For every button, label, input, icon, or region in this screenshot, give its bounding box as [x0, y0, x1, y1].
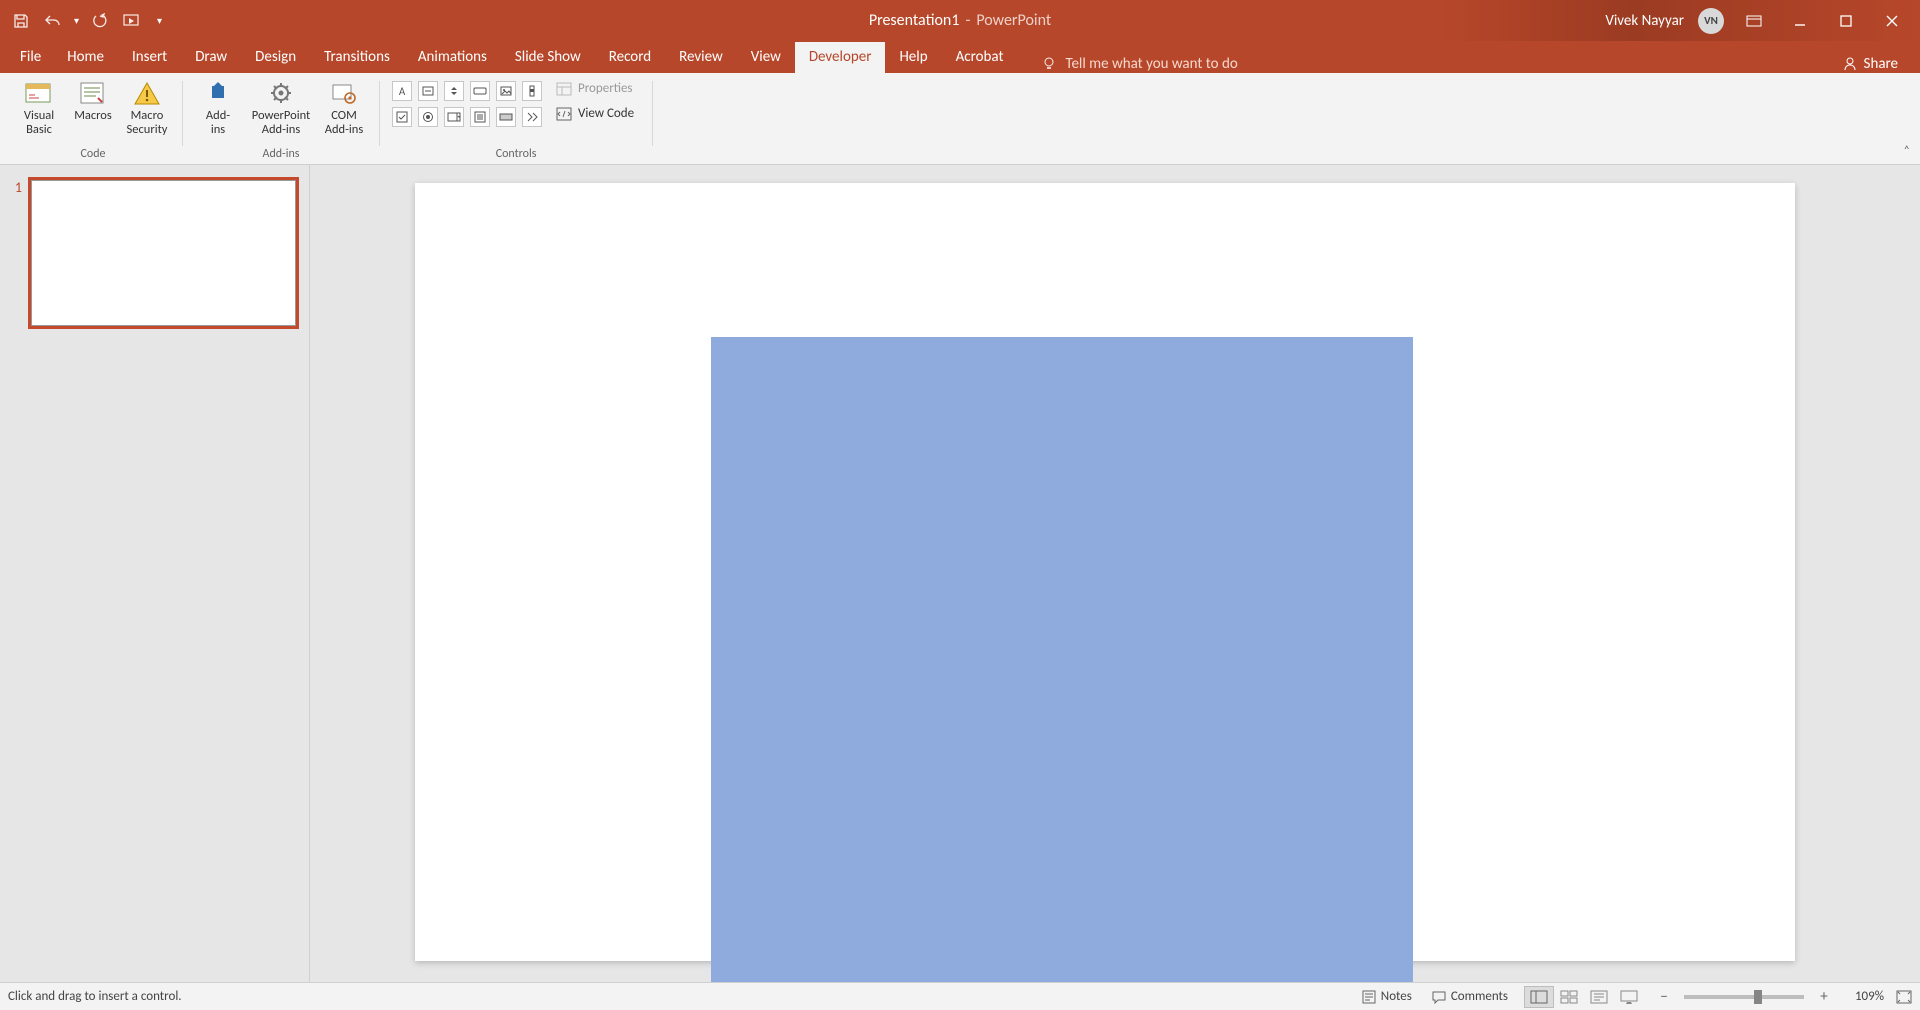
window-title: Presentation1 - PowerPoint [869, 11, 1051, 30]
notes-button[interactable]: Notes [1358, 989, 1416, 1004]
gear-icon [265, 79, 297, 107]
listbox-control-button[interactable] [470, 107, 490, 127]
fit-icon [1896, 990, 1912, 1004]
tab-animations[interactable]: Animations [404, 42, 501, 73]
tab-home[interactable]: Home [53, 42, 118, 73]
thumbnail-preview [28, 177, 299, 329]
slide-canvas[interactable] [415, 183, 1795, 961]
properties-icon [556, 82, 572, 96]
toggle-control-button[interactable] [496, 107, 516, 127]
tab-draw[interactable]: Draw [181, 42, 241, 73]
view-code-icon [556, 107, 572, 121]
status-bar: Click and drag to insert a control. Note… [0, 982, 1920, 1010]
label-control-button[interactable]: A [392, 81, 412, 101]
view-code-button[interactable]: View Code [550, 104, 640, 123]
zoom-slider-thumb[interactable] [1754, 990, 1762, 1004]
properties-button: Properties [550, 79, 640, 98]
com-addins-button[interactable]: COM Add-ins [317, 75, 371, 137]
view-mode-buttons [1524, 986, 1644, 1008]
quick-access-toolbar: ▾ ▾ [0, 0, 172, 41]
tab-help[interactable]: Help [885, 42, 941, 73]
group-separator [379, 81, 380, 146]
visual-basic-icon [23, 79, 55, 107]
ribbon-tabs: File Home Insert Draw Design Transitions… [0, 41, 1920, 73]
tab-transitions[interactable]: Transitions [310, 42, 404, 73]
undo-dropdown-icon[interactable]: ▾ [74, 14, 79, 27]
minimize-icon[interactable] [1784, 7, 1816, 35]
ribbon-display-options-icon[interactable] [1738, 7, 1770, 35]
undo-icon[interactable] [42, 10, 64, 32]
tab-review[interactable]: Review [665, 42, 737, 73]
group-controls: A Proper [382, 75, 650, 164]
slideshow-view-button[interactable] [1614, 986, 1644, 1008]
macros-icon [77, 79, 109, 107]
tell-me-search[interactable]: Tell me what you want to do [1041, 55, 1237, 73]
normal-view-button[interactable] [1524, 986, 1554, 1008]
notes-icon [1362, 990, 1376, 1004]
group-separator [182, 81, 183, 146]
work-area: 1 [0, 165, 1920, 982]
tab-acrobat[interactable]: Acrobat [942, 42, 1018, 73]
status-message: Click and drag to insert a control. [8, 989, 182, 1004]
zoom-percentage[interactable]: 109% [1844, 989, 1884, 1004]
lightbulb-icon [1041, 56, 1057, 72]
group-code: Visual Basic Macros Macro Security Code [6, 75, 180, 164]
zoom-in-button[interactable]: + [1816, 988, 1832, 1006]
share-button[interactable]: Share [1842, 55, 1912, 73]
warning-icon [131, 79, 163, 107]
start-from-beginning-icon[interactable] [121, 10, 143, 32]
zoom-out-button[interactable]: − [1656, 988, 1672, 1006]
fit-to-window-button[interactable] [1896, 990, 1912, 1004]
slide-stage[interactable] [310, 165, 1920, 982]
tab-record[interactable]: Record [595, 42, 665, 73]
combobox-control-button[interactable] [444, 107, 464, 127]
addins-icon [202, 79, 234, 107]
image-control-button[interactable] [496, 81, 516, 101]
checkbox-control-button[interactable] [392, 107, 412, 127]
save-icon[interactable] [10, 10, 32, 32]
scrollbar-control-button[interactable] [522, 81, 542, 101]
comments-icon [1432, 990, 1446, 1004]
collapse-ribbon-icon[interactable]: ˄ [1904, 144, 1910, 158]
slide-thumbnail[interactable]: 1 [10, 177, 299, 329]
reading-view-button[interactable] [1584, 986, 1614, 1008]
macro-security-button[interactable]: Macro Security [120, 75, 174, 137]
ribbon-body: Visual Basic Macros Macro Security Code [0, 73, 1920, 165]
close-icon[interactable] [1876, 7, 1908, 35]
addins-button[interactable]: Add- ins [191, 75, 245, 137]
gear-settings-icon [328, 79, 360, 107]
spin-control-button[interactable] [444, 81, 464, 101]
comments-button[interactable]: Comments [1428, 989, 1512, 1004]
qat-customize-icon[interactable]: ▾ [157, 14, 162, 27]
doc-name: Presentation1 [869, 11, 960, 30]
title-bar: ▾ ▾ Presentation1 - PowerPoint Vivek Nay… [0, 0, 1920, 41]
tab-file[interactable]: File [8, 42, 53, 73]
command-button-control[interactable] [470, 81, 490, 101]
option-control-button[interactable] [418, 107, 438, 127]
textbox-control-button[interactable] [418, 81, 438, 101]
more-controls-button[interactable] [522, 107, 542, 127]
group-addins: Add- ins PowerPoint Add-ins COM Add-ins … [185, 75, 377, 164]
tab-view[interactable]: View [737, 42, 795, 73]
tab-design[interactable]: Design [241, 42, 310, 73]
slide-sorter-view-button[interactable] [1554, 986, 1584, 1008]
user-avatar[interactable]: VN [1698, 8, 1724, 34]
macros-button[interactable]: Macros [66, 75, 120, 123]
maximize-icon[interactable] [1830, 7, 1862, 35]
app-name: PowerPoint [976, 11, 1051, 30]
person-icon [1842, 56, 1858, 72]
tab-insert[interactable]: Insert [118, 42, 181, 73]
redo-icon[interactable] [89, 10, 111, 32]
tab-developer[interactable]: Developer [795, 42, 886, 73]
visual-basic-button[interactable]: Visual Basic [12, 75, 66, 137]
group-separator [652, 81, 653, 146]
slide-thumbnail-panel: 1 [0, 165, 310, 982]
activex-control-placeholder[interactable] [711, 337, 1413, 982]
zoom-slider[interactable] [1684, 995, 1804, 999]
powerpoint-addins-button[interactable]: PowerPoint Add-ins [245, 75, 317, 137]
tab-slide-show[interactable]: Slide Show [501, 42, 595, 73]
user-name: Vivek Nayyar [1605, 12, 1684, 30]
